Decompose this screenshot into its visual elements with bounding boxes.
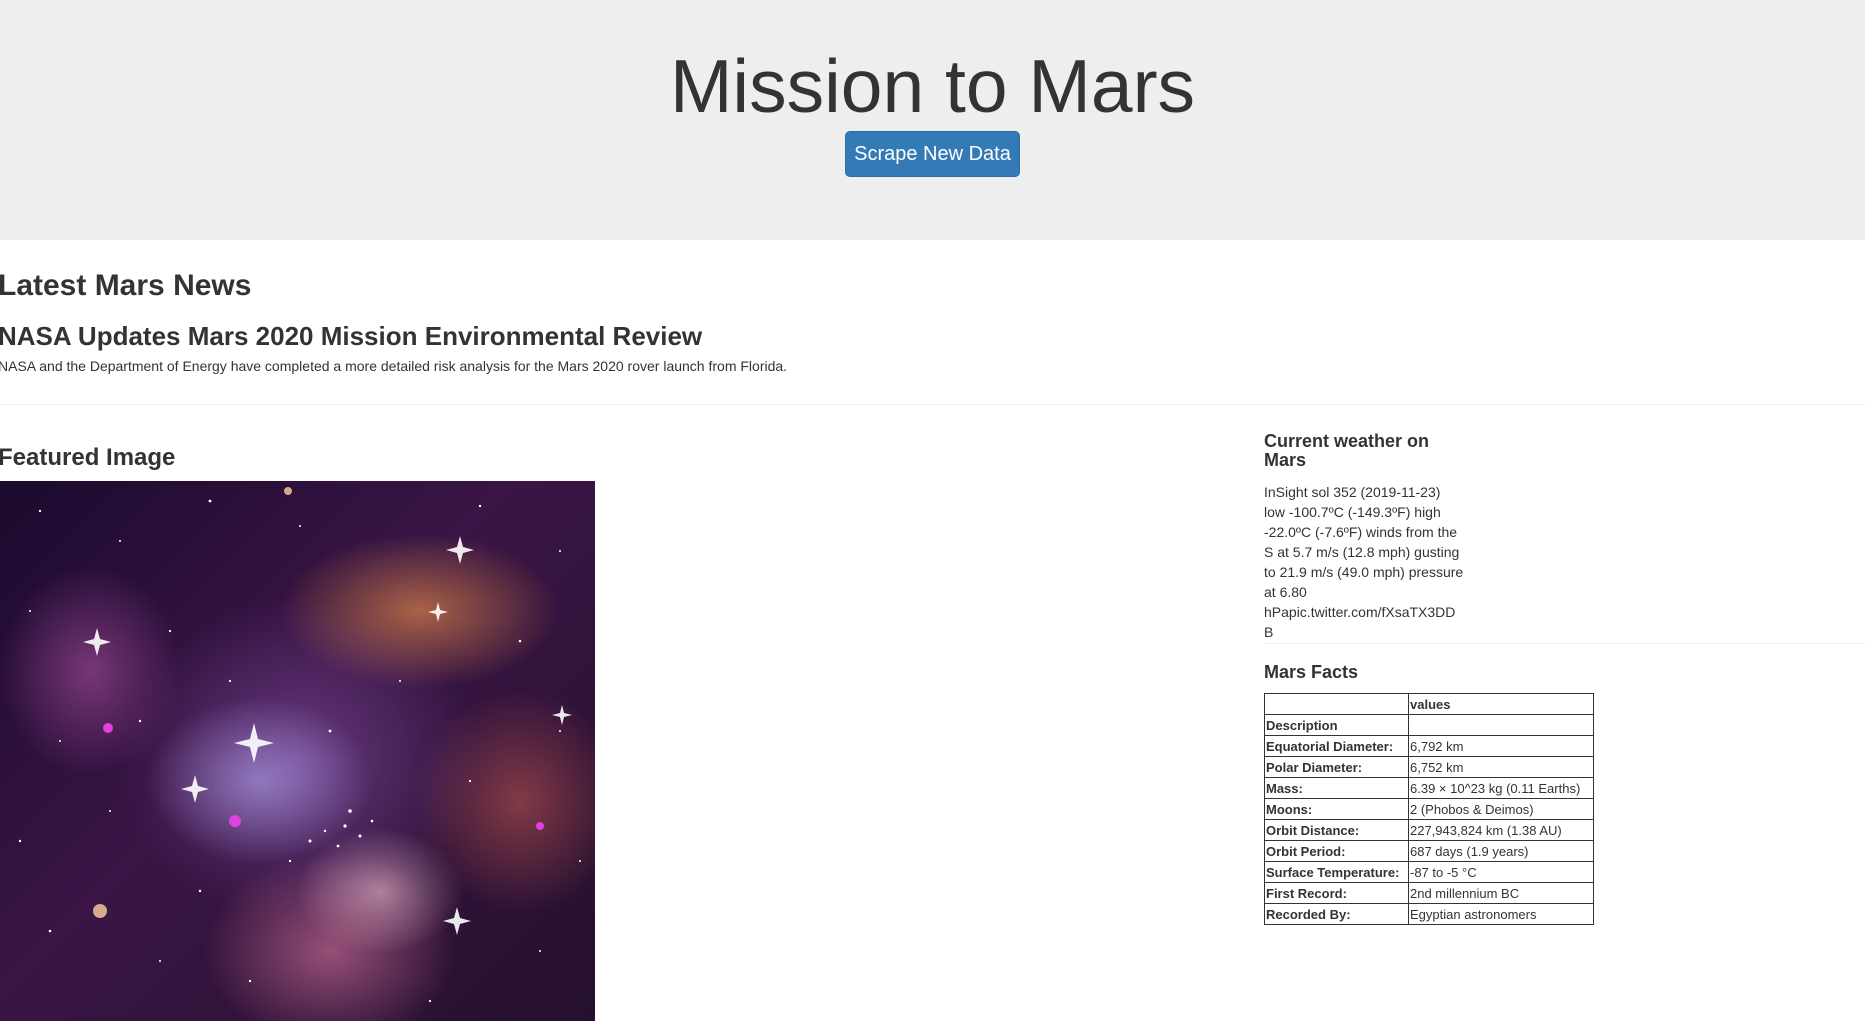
- fact-value: 227,943,824 km (1.38 AU): [1408, 819, 1594, 841]
- fact-label: Recorded By:: [1264, 903, 1409, 925]
- table-row: Mass: 6.39 × 10^23 kg (0.11 Earths): [1264, 777, 1594, 799]
- section-divider: [1264, 643, 1865, 644]
- fact-label: Surface Temperature:: [1264, 861, 1409, 883]
- fact-value: 2 (Phobos & Deimos): [1408, 798, 1594, 820]
- fact-value: 6.39 × 10^23 kg (0.11 Earths): [1408, 777, 1594, 799]
- table-header-cell: values: [1408, 693, 1594, 715]
- mars-facts-table: values Description Equatorial Diameter: …: [1264, 693, 1594, 925]
- page-title: Mission to Mars: [669, 44, 1196, 128]
- table-header-cell: [1264, 693, 1409, 715]
- fact-label: Moons:: [1264, 798, 1409, 820]
- fact-label: First Record:: [1264, 882, 1409, 904]
- table-row: Recorded By: Egyptian astronomers: [1264, 903, 1594, 925]
- fact-value: 6,752 km: [1408, 756, 1594, 778]
- fact-label: Mass:: [1264, 777, 1409, 799]
- weather-heading: Current weather on Mars: [1264, 431, 1430, 470]
- scrape-new-data-button[interactable]: Scrape New Data: [845, 131, 1020, 177]
- fact-value: -87 to -5 °C: [1408, 861, 1594, 883]
- fact-label: Orbit Period:: [1264, 840, 1409, 862]
- fact-label: Polar Diameter:: [1264, 756, 1409, 778]
- latest-news-heading: Latest Mars News: [0, 269, 252, 302]
- table-row: Orbit Distance: 227,943,824 km (1.38 AU): [1264, 819, 1594, 841]
- table-row: Surface Temperature: -87 to -5 °C: [1264, 861, 1594, 883]
- weather-text: InSight sol 352 (2019-11-23) low -100.7º…: [1264, 484, 1464, 640]
- featured-image: [0, 481, 595, 1021]
- table-header-row: Description: [1264, 714, 1594, 736]
- fact-value: 2nd millennium BC: [1408, 882, 1594, 904]
- fact-value: Egyptian astronomers: [1408, 903, 1594, 925]
- section-divider: [0, 404, 1865, 405]
- table-row: First Record: 2nd millennium BC: [1264, 882, 1594, 904]
- table-row: Moons: 2 (Phobos & Deimos): [1264, 798, 1594, 820]
- news-title: NASA Updates Mars 2020 Mission Environme…: [0, 321, 703, 351]
- table-header-cell: Description: [1264, 714, 1409, 736]
- featured-image-heading: Featured Image: [0, 444, 176, 471]
- fact-label: Orbit Distance:: [1264, 819, 1409, 841]
- fact-value: 687 days (1.9 years): [1408, 840, 1594, 862]
- fact-label: Equatorial Diameter:: [1264, 735, 1409, 757]
- table-row: Equatorial Diameter: 6,792 km: [1264, 735, 1594, 757]
- table-row: Polar Diameter: 6,752 km: [1264, 756, 1594, 778]
- jumbotron-header: Mission to Mars Scrape New Data: [0, 0, 1865, 240]
- table-header-row: values: [1264, 693, 1594, 715]
- mars-facts-heading: Mars Facts: [1264, 662, 1359, 682]
- nebula-stars: [18, 487, 581, 1003]
- news-teaser: NASA and the Department of Energy have c…: [0, 358, 788, 374]
- fact-value: 6,792 km: [1408, 735, 1594, 757]
- table-row: Orbit Period: 687 days (1.9 years): [1264, 840, 1594, 862]
- table-header-cell: [1408, 714, 1594, 736]
